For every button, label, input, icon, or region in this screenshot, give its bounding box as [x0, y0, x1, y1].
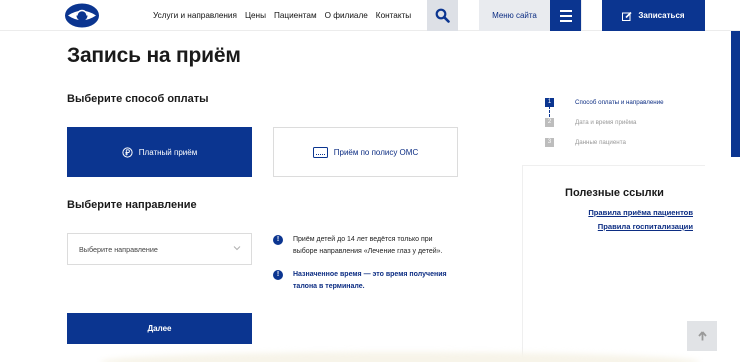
- scroll-top-button[interactable]: [687, 321, 717, 351]
- step-label: Способ оплаты и направление: [575, 98, 664, 106]
- nav-item-services[interactable]: Услуги и направления: [153, 11, 237, 20]
- payment-option-paid-label: Платный приём: [138, 147, 198, 157]
- step-2: 2 Дата и время приёма: [545, 112, 636, 132]
- chevron-down-icon: [233, 246, 241, 251]
- arrow-up-icon: [697, 331, 707, 341]
- info-note-children: ! Приём детей до 14 лет ведётся только п…: [273, 234, 463, 258]
- step-number: 2: [545, 117, 554, 127]
- payment-option-oms-label: Приём по полису ОМС: [333, 147, 419, 157]
- logo-icon[interactable]: [64, 3, 100, 28]
- payment-option-paid[interactable]: Платный приём: [67, 127, 252, 177]
- site-header: Услуги и направления Цены Пациентам О фи…: [0, 0, 740, 31]
- step-number: 3: [545, 137, 554, 147]
- nav-item-about[interactable]: О филиале: [325, 11, 368, 20]
- info-note-line: Приём детей до 14 лет ведётся только при: [293, 236, 433, 243]
- edit-icon: [622, 11, 632, 21]
- signup-button[interactable]: Записаться: [602, 0, 705, 31]
- payment-section-title: Выберите способ оплаты: [67, 93, 209, 105]
- direction-select-placeholder: Выберите направление: [79, 244, 158, 254]
- info-note-line: выборе направления «Лечение глаз у детей…: [293, 248, 443, 255]
- nav-item-prices[interactable]: Цены: [245, 11, 266, 20]
- payment-option-oms[interactable]: Приём по полису ОМС: [273, 127, 458, 177]
- info-icon: !: [273, 235, 283, 245]
- useful-links-title: Полезные ссылки: [565, 187, 664, 199]
- info-note-text: Назначенное время — это время получения …: [293, 269, 463, 293]
- menu-burger-button[interactable]: [550, 0, 581, 31]
- useful-links-panel: Полезные ссылки Правила приёма пациентов…: [522, 165, 705, 362]
- main-nav: Услуги и направления Цены Пациентам О фи…: [153, 0, 411, 31]
- burger-line: [559, 14, 572, 17]
- ruble-icon: [122, 146, 133, 158]
- info-note-time: ! Назначенное время — это время получени…: [273, 269, 463, 293]
- search-icon: [435, 8, 450, 23]
- step-1[interactable]: 1 Способ оплаты и направление: [545, 92, 664, 117]
- card-icon: [312, 146, 328, 158]
- burger-line: [559, 9, 572, 12]
- booking-steps: 1 Способ оплаты и направление 2 Дата и в…: [545, 92, 664, 152]
- direction-select[interactable]: Выберите направление: [67, 233, 252, 265]
- nav-item-patients[interactable]: Пациентам: [274, 11, 317, 20]
- page-scrollbar[interactable]: [731, 31, 740, 157]
- burger-line: [559, 19, 572, 22]
- direction-section-title: Выберите направление: [67, 199, 197, 211]
- step-label: Данные пациента: [575, 138, 626, 146]
- info-note-line: талона в терминале.: [293, 283, 365, 290]
- next-button[interactable]: Далее: [67, 313, 252, 344]
- info-icon: !: [273, 270, 283, 280]
- signup-label: Записаться: [638, 11, 685, 20]
- page-title: Запись на приём: [67, 44, 241, 67]
- info-note-text: Приём детей до 14 лет ведётся только при…: [293, 234, 463, 258]
- link-hospitalization-rules[interactable]: Правила госпитализации: [598, 222, 693, 231]
- step-label: Дата и время приёма: [575, 118, 637, 126]
- site-menu-label[interactable]: Меню сайта: [479, 0, 550, 31]
- link-patient-rules[interactable]: Правила приёма пациентов: [588, 208, 693, 217]
- nav-item-contacts[interactable]: Контакты: [376, 11, 411, 20]
- step-3: 3 Данные пациента: [545, 132, 626, 152]
- info-note-line: Назначенное время — это время получения: [293, 271, 447, 278]
- search-button[interactable]: [427, 0, 458, 31]
